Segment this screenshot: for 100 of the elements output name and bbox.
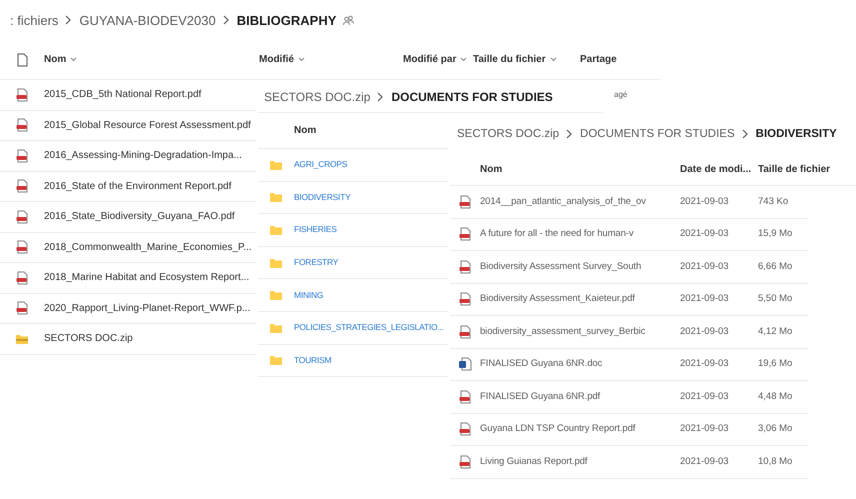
breadcrumb-link[interactable]: SECTORS DOC.zip (457, 128, 560, 140)
file-row[interactable]: FISHERIES (258, 214, 448, 247)
file-name: FINALISED Guyana 6NR.pdf (480, 390, 600, 403)
file-row[interactable]: 2015_CDB_5th National Report.pdf (0, 80, 256, 110)
file-name: 2020_Rapport_Living-Planet-Report_WWF.p... (44, 302, 250, 315)
file-row[interactable]: 2014__pan_atlantic_analysis_of_the_ov 2021-09-03 743 Ko (450, 186, 808, 218)
file-name: 2018_Commonwealth_Marine_Economies_P... (44, 240, 252, 254)
file-name: 2016_State_Biodiversity_Guyana_FAO.pdf (44, 210, 235, 224)
file-row[interactable]: BIODIVERSITY (258, 182, 448, 214)
caret-icon (298, 57, 305, 62)
date-cell: 2021-09-03 (680, 293, 729, 306)
file-row[interactable]: 2016_Assessing-Mining-Degradation-Impa... (0, 141, 256, 172)
pdf-file-icon (15, 118, 29, 132)
date-cell: 2021-09-03 (680, 196, 729, 208)
caret-icon (550, 57, 557, 62)
column-header[interactable]: Nom (44, 54, 78, 65)
breadcrumb-link[interactable]: DOCUMENTS FOR STUDIES (580, 128, 735, 140)
pdf-file-icon (15, 301, 29, 316)
file-name: Living Guianas Report.pdf (480, 456, 588, 468)
sharing-cell: agé (614, 90, 628, 100)
chevron-right-icon (742, 129, 749, 139)
file-name: Biodiversity Assessment Survey_South (480, 260, 642, 273)
file-row[interactable]: MINING (258, 279, 448, 312)
file-name: 2016_State of the Environment Report.pdf (44, 180, 232, 193)
file-row[interactable]: AGRI_CROPS (258, 149, 448, 182)
caret-icon (460, 57, 468, 62)
file-name: FORESTRY (294, 257, 338, 268)
breadcrumb-link[interactable]: DOCUMENTS FOR STUDIES (391, 90, 553, 104)
file-row[interactable]: 2016_State_Biodiversity_Guyana_FAO.pdf (0, 202, 256, 232)
column-header[interactable]: Nom (480, 164, 502, 174)
date-cell: 2021-09-03 (680, 228, 729, 240)
file-name: POLICIES_STRATEGIES_LEGISLATIO... (294, 322, 444, 334)
file-name: 2014__pan_atlantic_analysis_of_the_ov (480, 196, 646, 208)
file-row[interactable]: 2018_Commonwealth_Marine_Economies_P... (0, 232, 256, 263)
breadcrumb-link[interactable]: GUYANA-BIODEV2030 (79, 12, 216, 28)
pdf-file-icon (15, 88, 29, 102)
file-name: 2018_Marine Habitat and Ecosystem Report... (44, 271, 250, 284)
file-row[interactable]: TOURISM (258, 344, 448, 378)
file-row[interactable]: POLICIES_STRATEGIES_LEGISLATIO... (258, 312, 448, 345)
chevron-right-icon (377, 92, 384, 102)
file-row[interactable]: FINALISED Guyana 6NR.pdf 2021-09-03 4,48 Mo (450, 381, 808, 414)
breadcrumb-link[interactable]: SECTORS DOC.zip (264, 90, 370, 104)
file-name: TOURISM (294, 354, 332, 366)
file-row[interactable]: Guyana LDN TSP Country Report.pdf 2021-09-03 3,06 Mo (450, 414, 808, 446)
pdf-file-icon (15, 179, 29, 194)
column-header[interactable]: Modifié (259, 54, 305, 65)
file-name: biodiversity_assessment_survey_Berbic (480, 326, 646, 338)
file-row[interactable]: 2020_Rapport_Living-Planet-Report_WWF.p... (0, 294, 256, 324)
folder-icon (269, 288, 283, 302)
file-name: Guyana LDN TSP Country Report.pdf (480, 423, 636, 436)
file-row[interactable]: 2015_Global Resource Forest Assessment.pdf (0, 110, 256, 141)
breadcrumb-link[interactable]: BIBLIOGRAPHY (236, 12, 336, 28)
pdf-file-icon (15, 240, 29, 254)
file-name: 2015_CDB_5th National Report.pdf (44, 88, 202, 102)
file-name: 2016_Assessing-Mining-Degradation-Impa... (44, 149, 242, 162)
file-name: SECTORS DOC.zip (44, 332, 133, 346)
size-cell: 3,06 Mo (758, 423, 792, 436)
chevron-right-icon (222, 15, 230, 25)
breadcrumb-link[interactable]: : fichiers (10, 12, 58, 28)
size-cell: 10,8 Mo (758, 456, 792, 468)
file-name: BIODIVERSITY (294, 192, 351, 203)
caret-icon (70, 57, 78, 62)
breadcrumb-link[interactable]: BIODIVERSITY (756, 128, 837, 140)
file-row[interactable]: 2016_State of the Environment Report.pdf (0, 172, 256, 202)
date-cell: 2021-09-03 (680, 260, 729, 273)
chevron-right-icon (566, 129, 574, 139)
file-row[interactable]: Biodiversity Assessment Survey_South 2021-09-03 6,66 Mo (450, 251, 808, 284)
column-header[interactable]: Nom (294, 125, 316, 136)
file-name: 2015_Global Resource Forest Assessment.pdf (44, 118, 251, 132)
file-row[interactable]: 2018_Marine Habitat and Ecosystem Report... (0, 263, 256, 294)
folder-icon (269, 190, 283, 204)
column-header[interactable]: Taille du fichier (473, 54, 557, 65)
pdf-file-icon (458, 390, 472, 404)
file-row[interactable]: Living Guianas Report.pdf 2021-09-03 10,8 Mo (450, 446, 808, 478)
size-cell: 4,48 Mo (758, 390, 792, 403)
file-row[interactable]: FINALISED Guyana 6NR.doc 2021-09-03 19,6 Mo (450, 348, 808, 381)
file-row[interactable]: FORESTRY (258, 246, 448, 280)
size-cell: 6,66 Mo (758, 260, 792, 273)
date-cell: 2021-09-03 (680, 456, 729, 468)
file-row[interactable]: A future for all - the need for human-v 2021-09-03 15,9 Mo (450, 218, 808, 251)
file-row[interactable]: biodiversity_assessment_survey_Berbic 2021-09-03 4,12 Mo (450, 316, 808, 348)
pdf-file-icon (458, 292, 472, 306)
file-name: AGRI_CROPS (294, 159, 348, 170)
file-row[interactable]: Biodiversity Assessment_Kaieteur.pdf 2021-09-03 5,50 Mo (450, 284, 808, 316)
chevron-right-icon (65, 15, 72, 25)
size-cell: 743 Ko (758, 196, 788, 208)
pdf-file-icon (15, 210, 29, 224)
pdf-file-icon (458, 454, 472, 469)
column-header[interactable]: Partage (580, 54, 617, 65)
word-file-icon (458, 357, 472, 372)
column-header[interactable]: Modifié par (403, 54, 468, 65)
file-name: A future for all - the need for human-v (480, 228, 634, 240)
pdf-file-icon (15, 270, 29, 285)
file-row[interactable]: SECTORS DOC.zip (0, 324, 256, 354)
pdf-file-icon (458, 194, 472, 209)
pdf-file-icon (458, 422, 472, 436)
file-name: Biodiversity Assessment_Kaieteur.pdf (480, 293, 635, 306)
size-cell: 5,50 Mo (758, 293, 792, 306)
column-header[interactable]: Taille de fichier (758, 164, 830, 174)
column-header[interactable]: Date de modi... (680, 164, 752, 174)
